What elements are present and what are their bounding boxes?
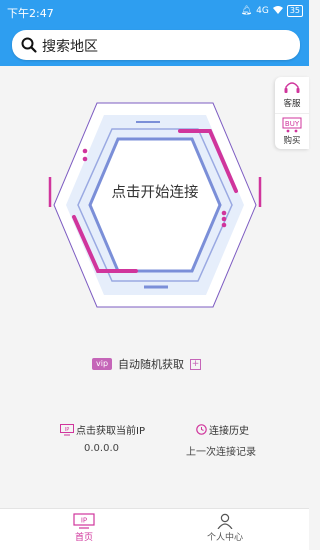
svg-text:BUY: BUY: [285, 120, 300, 128]
status-icons: 🔔︎ 4G 35: [241, 5, 303, 17]
status-bar: 下午2:47 🔔︎ 4G 35: [0, 0, 309, 24]
customer-service-button[interactable]: 客服: [275, 77, 309, 113]
person-icon: [217, 513, 233, 529]
clock-icon: [196, 424, 207, 435]
tab-home-label: 首页: [74, 533, 93, 543]
search-icon: [21, 37, 37, 53]
tab-profile-label: 个人中心: [206, 533, 243, 543]
bottom-tab-bar: IP 首页 个人中心: [0, 508, 309, 550]
connection-history-sub: 上一次连接记录: [186, 447, 256, 458]
svg-text:IP: IP: [81, 517, 87, 525]
connect-label[interactable]: 点击开始连接: [80, 181, 230, 202]
auto-random-label: 自动随机获取: [118, 358, 185, 371]
wifi-icon: [272, 5, 283, 17]
current-ip-title: 点击获取当前IP: [76, 426, 145, 437]
buy-button[interactable]: BUY 购买: [275, 113, 309, 149]
plus-icon[interactable]: +: [190, 358, 202, 370]
search-bar[interactable]: 搜索地区: [12, 30, 300, 60]
top-header: 搜索地区: [0, 24, 309, 66]
status-time: 下午2:47: [7, 7, 54, 20]
home-ip-icon: IP: [73, 513, 95, 529]
current-ip-value: 0.0.0.0: [84, 443, 119, 454]
monitor-icon: IP: [60, 423, 74, 435]
buy-label: 购买: [283, 136, 301, 146]
customer-service-label: 客服: [283, 99, 301, 109]
connect-hexagon[interactable]: [40, 95, 270, 315]
battery-indicator: 35: [286, 5, 303, 17]
vip-badge: vip: [92, 358, 113, 370]
signal-icon: 4G: [256, 6, 269, 16]
buy-icon: BUY: [282, 117, 302, 133]
headset-icon: [284, 82, 300, 93]
side-panel: 客服 BUY 购买: [275, 77, 309, 149]
search-label: 搜索地区: [42, 39, 98, 55]
notification-icon: 🔔︎: [240, 6, 253, 16]
connection-history-block[interactable]: 连接历史 上一次连接记录: [186, 422, 266, 458]
tab-home[interactable]: IP 首页: [44, 513, 124, 543]
connection-history-title: 连接历史: [209, 426, 249, 437]
current-ip-block[interactable]: IP 点击获取当前IP 0.0.0.0: [60, 422, 160, 454]
tab-profile[interactable]: 个人中心: [185, 513, 265, 543]
svg-text:IP: IP: [65, 427, 70, 433]
auto-random-row[interactable]: vip 自动随机获取 +: [92, 356, 202, 372]
